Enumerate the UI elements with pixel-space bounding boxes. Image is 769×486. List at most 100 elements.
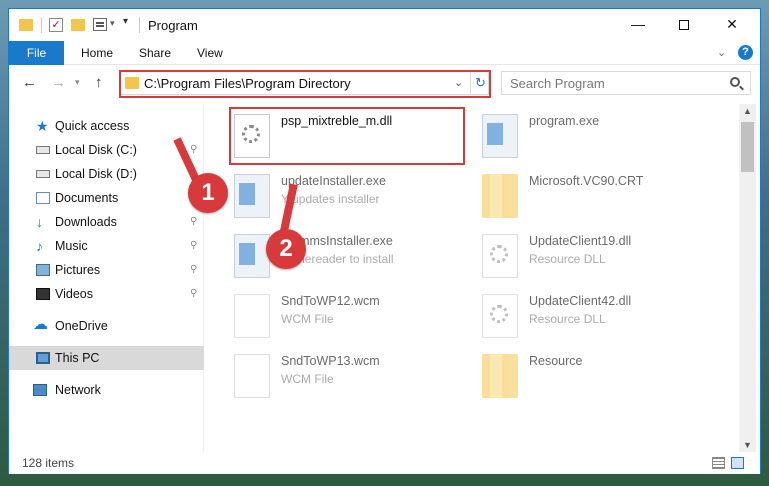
pictures-icon <box>36 264 50 276</box>
back-button[interactable]: ← <box>22 74 37 91</box>
file-icon <box>234 294 270 338</box>
sidebar-item-this-pc[interactable]: This PC <box>9 346 204 370</box>
file-name: Microsoft.VC90.CRT <box>529 174 644 188</box>
search-input[interactable]: Search Program <box>510 76 605 91</box>
divider <box>139 17 140 33</box>
downloads-icon: ↓ <box>36 214 43 230</box>
sidebar-item-local-disk-d[interactable]: Local Disk (D:) ⚲ <box>9 162 204 186</box>
sidebar-item-videos[interactable]: Videos ⚲ <box>9 282 204 306</box>
file-name: UpdateClient42.dll <box>529 294 632 308</box>
file-item[interactable]: SndToWP13.wcm WCM File <box>230 348 470 404</box>
forward-button[interactable]: → <box>51 74 66 91</box>
title-bar: ✓ ▾ ▾ Program — ✕ <box>9 9 760 41</box>
sidebar-item-onedrive[interactable]: ☁ OneDrive <box>9 314 204 338</box>
exe-icon <box>234 174 270 218</box>
drive-icon <box>36 146 50 154</box>
star-icon: ★ <box>36 118 49 134</box>
chevron-down-icon[interactable]: ▾ <box>110 18 115 34</box>
recent-locations-icon[interactable]: ▾ <box>75 77 80 88</box>
dll-icon <box>482 234 518 278</box>
sidebar-item-label: Music <box>55 239 88 253</box>
scroll-up-icon[interactable]: ▲ <box>743 106 752 116</box>
step-1-badge: 1 <box>188 173 228 213</box>
maximize-button[interactable] <box>661 9 707 39</box>
file-item[interactable]: Resource <box>478 348 718 404</box>
properties-check-icon[interactable]: ✓ <box>49 18 63 32</box>
pin-icon: ⚲ <box>190 288 198 299</box>
step-2-badge: 2 <box>266 229 306 269</box>
help-button[interactable]: ? <box>738 45 753 60</box>
file-name: SndToWP12.wcm <box>281 294 380 308</box>
sidebar-item-label: Downloads <box>55 215 117 229</box>
status-bar: 128 items <box>9 452 760 474</box>
file-name: SndToWP13.wcm <box>281 354 380 368</box>
close-button[interactable]: ✕ <box>709 9 755 39</box>
sidebar-item-downloads[interactable]: ↓ Downloads ⚲ <box>9 210 204 234</box>
scroll-down-icon[interactable]: ▼ <box>743 440 752 450</box>
file-icon <box>234 354 270 398</box>
folder-icon[interactable] <box>19 19 33 31</box>
pin-icon: ⚲ <box>190 216 198 227</box>
file-item[interactable]: updateInstaller.exe Y updates installer <box>230 168 470 224</box>
file-highlight-box <box>229 107 465 165</box>
pin-icon: ⚲ <box>190 240 198 251</box>
gear-icon <box>490 245 508 263</box>
properties-icon[interactable] <box>93 18 107 31</box>
pc-icon <box>36 352 50 364</box>
file-item[interactable]: UpdateClient42.dll Resource DLL <box>478 288 718 344</box>
file-item[interactable]: SndToWP12.wcm WCM File <box>230 288 470 344</box>
sidebar-item-network[interactable]: Network <box>9 378 204 402</box>
onedrive-icon: ☁ <box>33 316 48 333</box>
divider <box>41 17 42 33</box>
sidebar-item-label: Network <box>55 383 101 397</box>
sidebar-item-music[interactable]: ♪ Music ⚲ <box>9 234 204 258</box>
search-box[interactable]: Search Program <box>501 71 751 95</box>
documents-icon <box>36 192 50 204</box>
file-name: Resource <box>529 354 583 368</box>
minimize-button[interactable]: — <box>615 9 661 39</box>
music-icon: ♪ <box>36 238 43 254</box>
file-description: Resource DLL <box>529 252 606 266</box>
network-icon <box>33 384 47 396</box>
vertical-scrollbar[interactable]: ▲ ▼ <box>739 104 756 452</box>
sidebar-item-label: OneDrive <box>55 319 108 333</box>
tab-home[interactable]: Home <box>67 41 127 65</box>
file-item[interactable]: UpdateClient19.dll Resource DLL <box>478 228 718 284</box>
expand-ribbon-icon[interactable]: ⌄ <box>717 46 726 59</box>
search-icon <box>730 77 740 87</box>
customize-toolbar-icon[interactable]: ▾ <box>123 16 128 32</box>
dll-icon <box>482 294 518 338</box>
file-item[interactable]: program.exe <box>478 108 718 164</box>
sidebar-item-label: Pictures <box>55 263 101 277</box>
sidebar-item-label: Quick access <box>55 119 130 133</box>
folder-icon <box>482 174 518 218</box>
file-item[interactable]: grammsInstaller.exe Y finereader to inst… <box>230 228 470 284</box>
file-description: WCM File <box>281 312 334 326</box>
sidebar-item-label: Videos <box>55 287 93 301</box>
up-button[interactable]: ↑ <box>95 74 103 91</box>
scrollbar-thumb[interactable] <box>741 122 754 172</box>
folder-icon <box>482 354 518 398</box>
pin-icon: ⚲ <box>190 264 198 275</box>
maximize-icon <box>679 20 689 31</box>
address-highlight-box <box>119 70 491 98</box>
details-view-icon[interactable] <box>712 457 725 469</box>
sidebar-item-label: Local Disk (D:) <box>55 167 137 181</box>
large-icons-view-icon[interactable] <box>731 457 744 469</box>
gear-icon <box>490 305 508 323</box>
sidebar-item-documents[interactable]: Documents ⚲ <box>9 186 204 210</box>
pin-icon: ⚲ <box>190 144 198 155</box>
file-description: Resource DLL <box>529 312 606 326</box>
item-count: 128 items <box>22 456 75 470</box>
tab-share[interactable]: Share <box>125 41 185 65</box>
new-folder-icon[interactable] <box>71 19 85 31</box>
exe-icon <box>234 234 270 278</box>
file-item[interactable]: Microsoft.VC90.CRT <box>478 168 718 224</box>
exe-icon <box>482 114 518 158</box>
sidebar-item-quick-access[interactable]: ★ Quick access <box>9 114 204 138</box>
sidebar-item-pictures[interactable]: Pictures ⚲ <box>9 258 204 282</box>
explorer-window: ✓ ▾ ▾ Program — ✕ File Home Share View ⌄… <box>8 8 761 474</box>
ribbon: File Home Share View ⌄ ? <box>9 41 760 65</box>
tab-file[interactable]: File <box>9 41 64 65</box>
tab-view[interactable]: View <box>183 41 237 65</box>
